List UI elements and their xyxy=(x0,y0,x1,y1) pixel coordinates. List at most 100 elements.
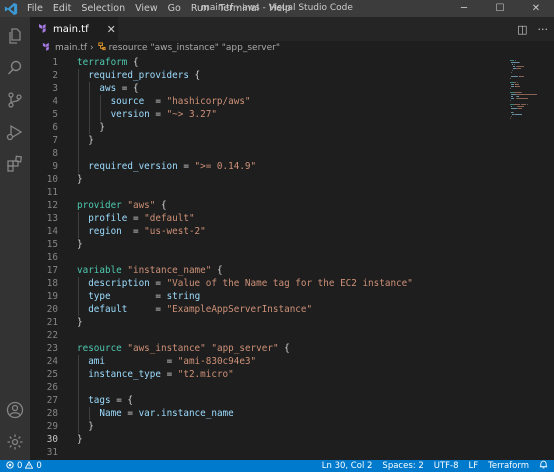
menu-item-view[interactable]: View xyxy=(130,0,163,17)
code-token: source xyxy=(77,96,145,107)
code-token: = xyxy=(127,304,167,315)
minimap-line xyxy=(517,108,523,109)
breadcrumb-symbol[interactable]: resource "aws_instance" "app_server" xyxy=(109,43,280,53)
end-of-line[interactable]: LF xyxy=(469,461,479,471)
status-bar: 0 0 Ln 30, Col 2 Spaces: 2 UTF-8 LF Terr… xyxy=(0,460,554,472)
line-number: 10 xyxy=(46,174,58,185)
code-token: string xyxy=(166,291,201,302)
code-token: "ami-830c94e3" xyxy=(177,356,257,367)
menu-item-run[interactable]: Run xyxy=(186,0,214,17)
code-token: ami xyxy=(77,356,105,367)
minimap-line xyxy=(510,108,517,109)
code-line[interactable]: 21} xyxy=(30,316,500,329)
minimap[interactable] xyxy=(500,56,554,460)
menu-item-help[interactable]: Help xyxy=(264,0,296,17)
line-code: description = "Value of the Name tag for… xyxy=(77,277,413,290)
code-line[interactable]: 7 } xyxy=(30,134,500,147)
line-code: Name = var.instance_name xyxy=(77,407,233,420)
code-token: } xyxy=(77,174,83,185)
menu-item-edit[interactable]: Edit xyxy=(48,0,76,17)
language-mode[interactable]: Terraform xyxy=(488,461,529,471)
code-line[interactable]: 19 type = string xyxy=(30,290,500,303)
code-line[interactable]: 24 ami = "ami-830c94e3" xyxy=(30,355,500,368)
code-line[interactable]: 28 Name = var.instance_name xyxy=(30,407,500,420)
code-line[interactable]: 9 required_version = ">= 0.14.9" xyxy=(30,160,500,173)
encoding[interactable]: UTF-8 xyxy=(434,461,459,471)
code-line[interactable]: 18 description = "Value of the Name tag … xyxy=(30,277,500,290)
code-line[interactable]: 22 xyxy=(30,329,500,342)
code-line[interactable]: 27 tags = { xyxy=(30,394,500,407)
code-token: description xyxy=(77,278,150,289)
notifications-bell-icon[interactable] xyxy=(539,460,548,472)
warning-count: 0 xyxy=(36,461,42,471)
code-token: { xyxy=(278,343,290,354)
code-line[interactable]: 8 xyxy=(30,147,500,160)
line-number: 4 xyxy=(52,96,58,107)
minimap-line xyxy=(516,68,521,69)
cursor-position[interactable]: Ln 30, Col 2 xyxy=(322,461,373,471)
code-token: terraform xyxy=(77,57,128,68)
code-line[interactable]: 23 resource "aws_instance" "app_server" { xyxy=(30,342,500,355)
split-editor-icon[interactable]: ◫ xyxy=(517,23,527,36)
menu-item-file[interactable]: File xyxy=(22,0,48,17)
search-icon[interactable] xyxy=(0,53,30,83)
menu-item-terminal[interactable]: Terminal xyxy=(214,0,264,17)
line-number: 12 xyxy=(46,200,58,211)
code-token: "instance_name" xyxy=(127,265,212,276)
explorer-icon[interactable] xyxy=(0,21,30,51)
breadcrumb-file[interactable]: main.tf xyxy=(55,43,87,53)
menu-bar: File Edit Selection View Go Run Terminal Help xyxy=(22,0,296,17)
code-line[interactable]: 17 variable "instance_name" { xyxy=(30,264,500,277)
menu-item-go[interactable]: Go xyxy=(163,0,186,17)
minimap-line xyxy=(514,92,521,93)
code-line[interactable]: 13 profile = "default" xyxy=(30,212,500,225)
minimap-line xyxy=(514,104,521,105)
code-token: "ExampleAppServerInstance" xyxy=(166,304,313,315)
more-actions-icon[interactable]: ··· xyxy=(538,23,549,36)
code-line[interactable]: 11 xyxy=(30,186,500,199)
menu-item-selection[interactable]: Selection xyxy=(76,0,130,17)
code-line[interactable]: 6 } xyxy=(30,121,500,134)
account-icon[interactable] xyxy=(0,395,30,425)
code-token: "app_server" xyxy=(211,343,279,354)
close-window-button[interactable]: ✕ xyxy=(518,0,554,17)
code-line[interactable]: 10} xyxy=(30,173,500,186)
code-line[interactable]: 12 provider "aws" { xyxy=(30,199,500,212)
code-token: "~> 3.27" xyxy=(166,109,217,120)
code-line[interactable]: 5 version = "~> 3.27" xyxy=(30,108,500,121)
code-token: "aws" xyxy=(127,200,156,211)
code-token: { xyxy=(155,200,167,211)
code-line[interactable]: 29 } xyxy=(30,420,500,433)
run-debug-icon[interactable] xyxy=(0,117,30,147)
maximize-button[interactable]: ☐ xyxy=(482,0,518,17)
code-line[interactable]: 16 xyxy=(30,251,500,264)
code-line[interactable]: 25 instance_type = "t2.micro" xyxy=(30,368,500,381)
code-token: resource xyxy=(77,343,122,354)
code-line[interactable]: 14 region = "us-west-2" xyxy=(30,225,500,238)
code-line[interactable]: 1 terraform { xyxy=(30,56,500,69)
manage-gear-icon[interactable] xyxy=(0,427,30,457)
code-token: Name xyxy=(77,408,122,419)
minimize-button[interactable]: ─ xyxy=(446,0,482,17)
code-token: aws xyxy=(77,83,117,94)
code-line[interactable]: 20 default = "ExampleAppServerInstance" xyxy=(30,303,500,316)
code-token: } xyxy=(77,421,94,432)
code-line[interactable]: 3 aws = { xyxy=(30,82,500,95)
line-number: 3 xyxy=(52,83,58,94)
code-token: = { xyxy=(110,395,133,406)
source-control-icon[interactable] xyxy=(0,85,30,115)
line-number: 26 xyxy=(46,382,58,393)
code-line[interactable]: 4 source = "hashicorp/aws" xyxy=(30,95,500,108)
code-line[interactable]: 30} xyxy=(30,433,500,446)
code-line[interactable]: 15} xyxy=(30,238,500,251)
extensions-icon[interactable] xyxy=(0,149,30,179)
code-line[interactable]: 31 xyxy=(30,446,500,459)
activity-bar xyxy=(0,17,30,460)
code-editor[interactable]: 1 terraform {2 required_providers {3 aws … xyxy=(30,56,500,460)
close-tab-icon[interactable]: ✕ xyxy=(107,23,116,36)
code-line[interactable]: 26 xyxy=(30,381,500,394)
indentation[interactable]: Spaces: 2 xyxy=(382,461,423,471)
code-line[interactable]: 2 required_providers { xyxy=(30,69,500,82)
problems-indicator[interactable]: 0 0 xyxy=(0,460,42,472)
tab-main-tf[interactable]: main.tf ✕ xyxy=(30,17,118,41)
